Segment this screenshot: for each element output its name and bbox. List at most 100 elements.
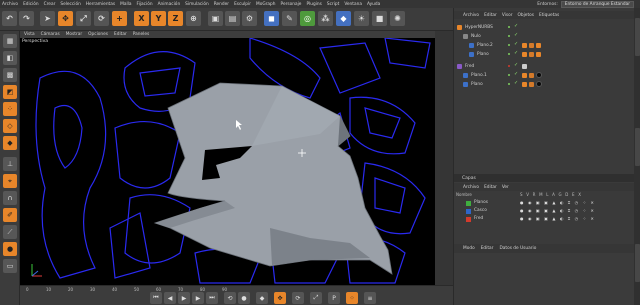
render-picture-icon[interactable]: ▤: [225, 11, 240, 26]
objects-menu-editar[interactable]: Editar: [484, 13, 497, 18]
menu-ventana[interactable]: Ventana: [344, 2, 362, 7]
perspective-viewport[interactable]: Perspectiva: [20, 38, 435, 285]
object-row[interactable]: Fred ✓: [454, 62, 634, 70]
add-tool-icon[interactable]: +: [112, 11, 127, 26]
enabled-check-icon[interactable]: ✓: [514, 71, 518, 77]
redo-icon[interactable]: ↷: [19, 11, 34, 26]
layer-color-swatch[interactable]: [466, 209, 471, 214]
menu-mograph[interactable]: MoGraph: [256, 2, 276, 7]
scene-icon[interactable]: ☀: [354, 11, 369, 26]
objects-menu-objetos[interactable]: Objetos: [518, 13, 535, 18]
texture-tag-icon[interactable]: [529, 72, 534, 78]
move-tool-icon[interactable]: ✥: [58, 11, 73, 26]
texture-tag-icon[interactable]: [522, 63, 527, 69]
deformer-icon[interactable]: ◆: [336, 11, 351, 26]
axis-z-button[interactable]: Z: [168, 11, 183, 26]
axis-y-button[interactable]: Y: [151, 11, 166, 26]
visibility-dot[interactable]: [508, 35, 510, 37]
key-param-icon[interactable]: P: [328, 292, 340, 304]
material-sphere-icon[interactable]: [536, 72, 542, 78]
cube-primitive-icon[interactable]: ◼: [264, 11, 279, 26]
side-tab-objects[interactable]: [635, 18, 640, 56]
visibility-dot[interactable]: [508, 74, 510, 76]
model-mode-icon[interactable]: ◧: [3, 51, 17, 65]
camera-icon[interactable]: ■: [372, 11, 387, 26]
brush-icon[interactable]: ✐: [3, 208, 17, 222]
texture-tag-icon[interactable]: [522, 72, 527, 78]
layers-menu-archivo[interactable]: Archivo: [463, 185, 479, 190]
scale-tool-icon[interactable]: ⤢: [76, 11, 91, 26]
texture-tag-icon[interactable]: [536, 42, 541, 48]
menu-script[interactable]: Script: [327, 2, 339, 7]
menu-ayuda[interactable]: Ayuda: [367, 2, 380, 7]
layer-row[interactable]: Fred ● ◉ ▣ ▣ ▲ ◐ ⌗ ◷ ⁘ ✕: [454, 216, 640, 223]
objects-menu-archivo[interactable]: Archivo: [463, 13, 479, 18]
menu-archivo[interactable]: Archivo: [2, 2, 18, 7]
play-icon[interactable]: ▶: [178, 292, 190, 304]
workplane-icon[interactable]: ▭: [3, 259, 17, 273]
light-icon[interactable]: ✺: [390, 11, 405, 26]
loop-icon[interactable]: ⟲: [224, 292, 236, 304]
undo-icon[interactable]: ↶: [2, 11, 17, 26]
texture-tag-icon[interactable]: [522, 42, 527, 48]
points-mode-icon[interactable]: ⁘: [3, 102, 17, 116]
menu-personaje[interactable]: Personaje: [281, 2, 302, 7]
hypernurbs-mesh[interactable]: [153, 82, 393, 275]
render-settings-icon[interactable]: ⚙: [242, 11, 257, 26]
knife-icon[interactable]: ⟋: [3, 225, 17, 239]
axis-x-button[interactable]: X: [134, 11, 149, 26]
texture-tag-icon[interactable]: [529, 81, 534, 87]
key-point-icon[interactable]: ⁘: [346, 292, 358, 304]
next-frame-icon[interactable]: ▶: [192, 292, 204, 304]
viewport-menu-mostrar[interactable]: Mostrar: [66, 32, 82, 37]
enabled-check-icon[interactable]: ✓: [514, 41, 518, 47]
magnet-icon[interactable]: ∩: [3, 191, 17, 205]
objects-menu-visor[interactable]: Visor: [502, 13, 513, 18]
side-tab-content[interactable]: [635, 128, 640, 166]
layer-row[interactable]: Casco ● ◉ ▣ ▣ ▲ ◐ ⌗ ◷ ⁘ ✕: [454, 208, 640, 215]
viewport-menu-editar[interactable]: Editar: [114, 32, 127, 37]
attributes-menu-editar[interactable]: Editar: [481, 246, 494, 251]
menu-esculpir[interactable]: Esculpir: [234, 2, 251, 7]
visibility-dot[interactable]: [508, 44, 510, 46]
polygons-mode-icon[interactable]: ◆: [3, 136, 17, 150]
menu-plugins[interactable]: Plugins: [306, 2, 321, 7]
menu-seleccion[interactable]: Selección: [60, 2, 80, 7]
key-scale-icon[interactable]: ⤢: [310, 292, 322, 304]
texture-mode-icon[interactable]: ◩: [3, 85, 17, 99]
visibility-dot[interactable]: [508, 65, 510, 67]
objects-menu-etiquetas[interactable]: Etiquetas: [539, 13, 559, 18]
menu-render[interactable]: Render: [214, 2, 229, 7]
material-sphere-icon[interactable]: [536, 81, 542, 87]
menu-malla[interactable]: Malla: [120, 2, 131, 7]
visibility-dot[interactable]: [508, 83, 510, 85]
render-view-icon[interactable]: ▣: [208, 11, 223, 26]
enabled-check-icon[interactable]: ✓: [514, 50, 518, 56]
object-row[interactable]: Plano.2 ✓: [454, 41, 634, 49]
texture-tag-icon[interactable]: [536, 51, 541, 57]
visibility-dot[interactable]: [508, 26, 510, 28]
coordinate-system-icon[interactable]: ⊕: [186, 11, 201, 26]
menu-herramientas[interactable]: Herramientas: [86, 2, 115, 7]
go-end-icon[interactable]: ⏭: [206, 292, 218, 304]
visibility-dot[interactable]: [508, 53, 510, 55]
object-row[interactable]: Plano.1 ✓: [454, 71, 634, 79]
pen-spline-icon[interactable]: ✎: [282, 11, 297, 26]
viewport-menu-vista[interactable]: Vista: [24, 32, 35, 37]
select-arrow-icon[interactable]: ➤: [40, 11, 55, 26]
layer-flag-icons[interactable]: ● ◉ ▣ ▣ ▲ ◐ ⌗ ◷ ⁘ ✕: [520, 216, 595, 221]
layer-flag-icons[interactable]: ● ◉ ▣ ▣ ▲ ◐ ⌗ ◷ ⁘ ✕: [520, 200, 595, 205]
layer-flag-icons[interactable]: ● ◉ ▣ ▣ ▲ ◐ ⌗ ◷ ⁘ ✕: [520, 208, 595, 213]
keyframe-icon[interactable]: ◆: [256, 292, 268, 304]
array-icon[interactable]: ⁂: [318, 11, 333, 26]
checkerboard-icon[interactable]: ▩: [3, 68, 17, 82]
rotate-tool-icon[interactable]: ⟳: [94, 11, 109, 26]
nurbs-icon[interactable]: ◎: [300, 11, 315, 26]
key-rotate-icon[interactable]: ⟳: [292, 292, 304, 304]
menu-simulacion[interactable]: Simulación: [185, 2, 209, 7]
menu-fijacion[interactable]: Fijación: [136, 2, 152, 7]
prev-frame-icon[interactable]: ◀: [164, 292, 176, 304]
menu-animacion[interactable]: Animación: [158, 2, 181, 7]
enabled-check-icon[interactable]: ✓: [514, 80, 518, 86]
enabled-check-icon[interactable]: ✓: [514, 23, 518, 29]
